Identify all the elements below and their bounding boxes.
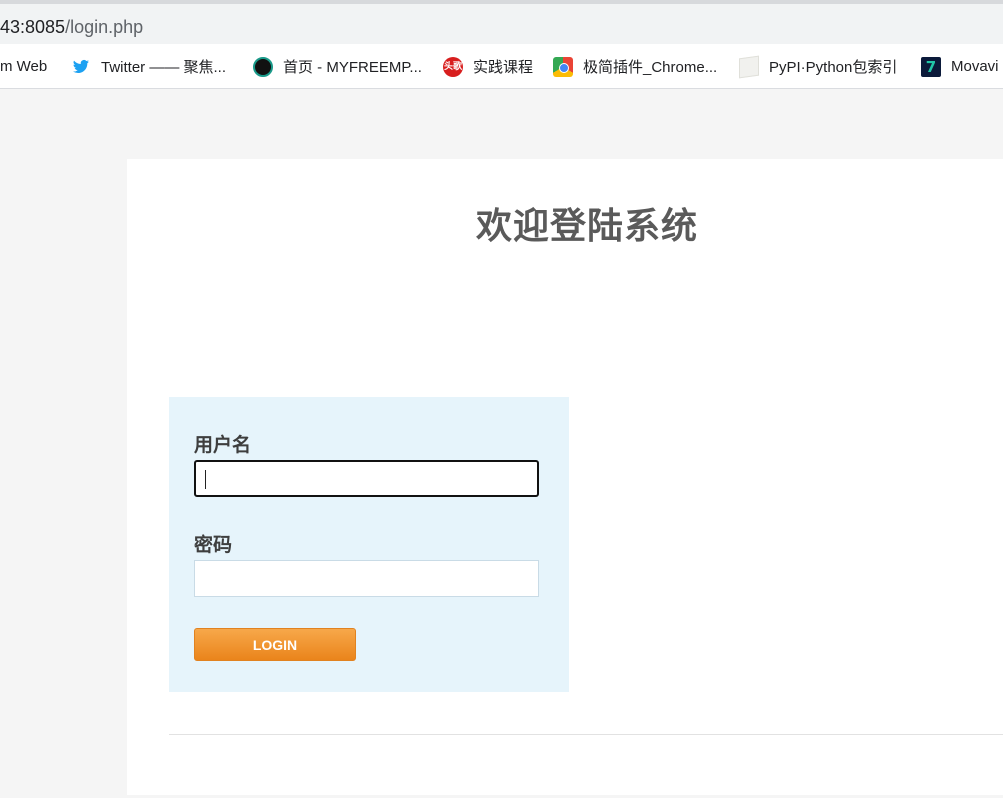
bookmark-practice-course[interactable]: 头歌 实践课程 [443, 44, 534, 88]
bookmark-label: 实践课程 [473, 59, 534, 76]
toutiao-icon: 头歌 [443, 56, 463, 77]
myfreemp-icon [253, 56, 273, 77]
twitter-icon [71, 57, 91, 77]
page-content: 欢迎登陆系统 用户名 密码 LOGIN [127, 159, 1003, 795]
login-button[interactable]: LOGIN [194, 628, 356, 661]
url-path: /login.php [65, 17, 144, 37]
bookmark-label: m Web [0, 58, 48, 75]
page-title: 欢迎登陆系统 [475, 205, 698, 246]
bookmark-label: 极简插件_Chrome... [583, 59, 718, 76]
bookmark-label: Movavi [951, 58, 999, 75]
bookmark-chrome-plugins[interactable]: 极简插件_Chrome... [553, 44, 718, 88]
username-label: 用户名 [194, 435, 252, 456]
divider [169, 734, 1003, 735]
bookmark-web[interactable]: m Web [0, 44, 48, 88]
url-text[interactable]: 43:8085/login.php [0, 17, 143, 38]
bookmark-label: 首页 - MYFREEMP... [283, 59, 422, 76]
password-input[interactable] [194, 560, 539, 597]
password-label: 密码 [194, 535, 233, 556]
login-form: 用户名 密码 LOGIN [169, 397, 569, 692]
text-caret [205, 470, 206, 489]
url-host: 43:8085 [0, 17, 66, 37]
bookmark-myfreemp[interactable]: 首页 - MYFREEMP... [253, 44, 422, 88]
bookmark-twitter[interactable]: Twitter —— 聚焦... [71, 44, 227, 88]
username-input[interactable] [194, 460, 539, 497]
movavi-icon: 7 [921, 56, 941, 77]
bookmarks-bar: m Web Twitter —— 聚焦... 首页 - MYFREEMP... … [0, 44, 1003, 89]
pypi-icon [739, 55, 759, 78]
bookmark-pypi[interactable]: PyPI·Python包索引 [739, 44, 898, 88]
address-bar[interactable]: 43:8085/login.php [0, 4, 1003, 44]
bookmark-movavi[interactable]: 7 Movavi [921, 44, 999, 88]
chrome-icon [553, 56, 573, 77]
bookmark-label: PyPI·Python包索引 [769, 59, 898, 76]
bookmark-label: Twitter —— 聚焦... [101, 59, 227, 76]
